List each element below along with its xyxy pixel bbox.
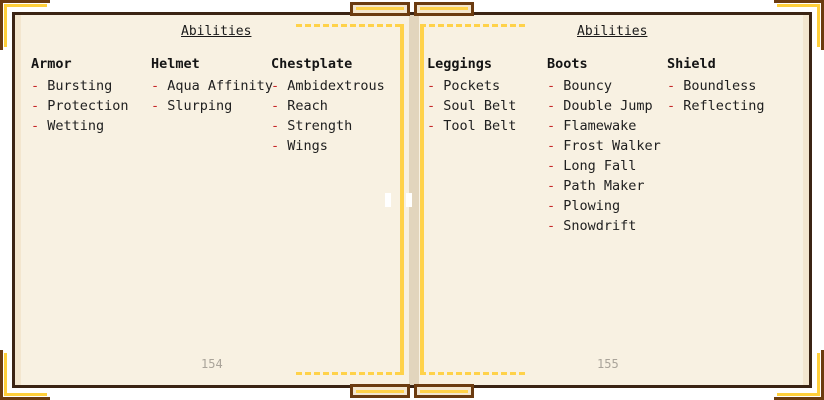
- ability-column-chestplate: Chestplate - Ambidextrous - Reach - Streng…: [271, 56, 385, 156]
- bullet-dash: -: [547, 98, 556, 114]
- bullet-dash: -: [427, 118, 436, 134]
- ability-label: Path Maker: [563, 178, 645, 194]
- ability-label: Soul Belt: [443, 98, 517, 114]
- ability-label: Protection: [47, 98, 129, 114]
- spine-notch-left: [385, 193, 391, 207]
- ability-label: Ambidextrous: [287, 78, 385, 94]
- ability-label: Flamewake: [563, 118, 637, 134]
- ability-label: Slurping: [167, 98, 233, 114]
- ability-entry[interactable]: - Ambidextrous: [271, 76, 385, 96]
- corner-bottom-left: [0, 350, 50, 400]
- clasp-top-right: [414, 2, 474, 16]
- bullet-dash: -: [271, 78, 280, 94]
- left-page-gold-edge: [400, 24, 404, 375]
- ability-label: Bursting: [47, 78, 113, 94]
- ability-label: Frost Walker: [563, 138, 661, 154]
- column-heading: Helmet: [151, 56, 200, 72]
- bullet-dash: -: [151, 78, 160, 94]
- ability-entry[interactable]: - Reflecting: [667, 96, 765, 116]
- ability-label: Reflecting: [683, 98, 765, 114]
- corner-bottom-right: [774, 350, 824, 400]
- right-bottom-ribbon: [420, 372, 528, 375]
- bullet-dash: -: [547, 118, 556, 134]
- bullet-dash: -: [31, 98, 40, 114]
- ability-entry[interactable]: - Protection: [31, 96, 129, 116]
- ability-entry[interactable]: - Soul Belt: [427, 96, 516, 116]
- ability-entry[interactable]: - Long Fall: [547, 156, 661, 176]
- ability-entry[interactable]: - Strength: [271, 116, 385, 136]
- bullet-dash: -: [547, 138, 556, 154]
- bullet-dash: -: [667, 78, 676, 94]
- bullet-dash: -: [31, 118, 40, 134]
- right-page-gold-edge: [420, 24, 424, 375]
- clasp-bottom-left: [350, 384, 410, 398]
- ability-label: Plowing: [563, 198, 621, 214]
- ability-label: Aqua Affinity: [167, 78, 273, 94]
- left-page-title: Abilities: [181, 24, 252, 39]
- ability-label: Strength: [287, 118, 353, 134]
- column-heading: Armor: [31, 56, 72, 72]
- ability-entry[interactable]: - Flamewake: [547, 116, 661, 136]
- right-page-number: 155: [597, 357, 619, 371]
- bullet-dash: -: [547, 78, 556, 94]
- clasp-top-left: [350, 2, 410, 16]
- ability-entry[interactable]: - Boundless: [667, 76, 765, 96]
- left-bottom-ribbon: [296, 372, 404, 375]
- ability-entry[interactable]: - Bursting: [31, 76, 129, 96]
- bullet-dash: -: [547, 158, 556, 174]
- bullet-dash: -: [31, 78, 40, 94]
- ability-label: Boundless: [683, 78, 757, 94]
- ability-entry[interactable]: - Tool Belt: [427, 116, 516, 136]
- ability-entry[interactable]: - Snowdrift: [547, 216, 661, 236]
- ability-label: Reach: [287, 98, 328, 114]
- column-heading: Boots: [547, 56, 588, 72]
- column-heading: Chestplate: [271, 56, 353, 72]
- bullet-dash: -: [427, 98, 436, 114]
- ability-column-shield: Shield - Boundless - Reflecting: [667, 56, 765, 116]
- bullet-dash: -: [427, 78, 436, 94]
- clasp-bottom-right: [414, 384, 474, 398]
- ability-column-leggings: Leggings - Pockets - Soul Belt - Tool Belt: [427, 56, 516, 136]
- ability-entry[interactable]: - Reach: [271, 96, 385, 116]
- bullet-dash: -: [151, 98, 160, 114]
- bullet-dash: -: [547, 178, 556, 194]
- corner-top-right: [774, 0, 824, 50]
- ability-entry[interactable]: - Double Jump: [547, 96, 661, 116]
- bullet-dash: -: [667, 98, 676, 114]
- ability-label: Pockets: [443, 78, 501, 94]
- ability-column-boots: Boots - Bouncy - Double Jump - Flamewake - …: [547, 56, 661, 236]
- left-page-number: 154: [201, 357, 223, 371]
- ability-label: Snowdrift: [563, 218, 637, 234]
- ability-label: Long Fall: [563, 158, 637, 174]
- ability-label: Tool Belt: [443, 118, 517, 134]
- column-heading: Shield: [667, 56, 716, 72]
- corner-top-left: [0, 0, 50, 50]
- bullet-dash: -: [271, 98, 280, 114]
- ability-entry[interactable]: - Slurping: [151, 96, 273, 116]
- ability-label: Bouncy: [563, 78, 613, 94]
- ability-label: Wetting: [47, 118, 105, 134]
- ability-label: Wings: [287, 138, 328, 154]
- ability-entry[interactable]: - Path Maker: [547, 176, 661, 196]
- bullet-dash: -: [271, 138, 280, 154]
- right-page-title: Abilities: [577, 24, 648, 39]
- bullet-dash: -: [271, 118, 280, 134]
- ability-entry[interactable]: - Wetting: [31, 116, 129, 136]
- ability-entry[interactable]: - Plowing: [547, 196, 661, 216]
- bullet-dash: -: [547, 198, 556, 214]
- ability-entry[interactable]: - Bouncy: [547, 76, 661, 96]
- left-top-ribbon: [296, 24, 404, 27]
- ability-entry[interactable]: - Wings: [271, 136, 385, 156]
- ability-entry[interactable]: - Pockets: [427, 76, 516, 96]
- ability-label: Double Jump: [563, 98, 653, 114]
- right-top-ribbon: [420, 24, 528, 27]
- column-heading: Leggings: [427, 56, 493, 72]
- ability-column-armor: Armor - Bursting - Protection - Wetting: [31, 56, 129, 136]
- ability-entry[interactable]: - Frost Walker: [547, 136, 661, 156]
- ability-entry[interactable]: - Aqua Affinity: [151, 76, 273, 96]
- ability-column-helmet: Helmet - Aqua Affinity - Slurping: [151, 56, 273, 116]
- bullet-dash: -: [547, 218, 556, 234]
- spine-notch-right: [406, 193, 412, 207]
